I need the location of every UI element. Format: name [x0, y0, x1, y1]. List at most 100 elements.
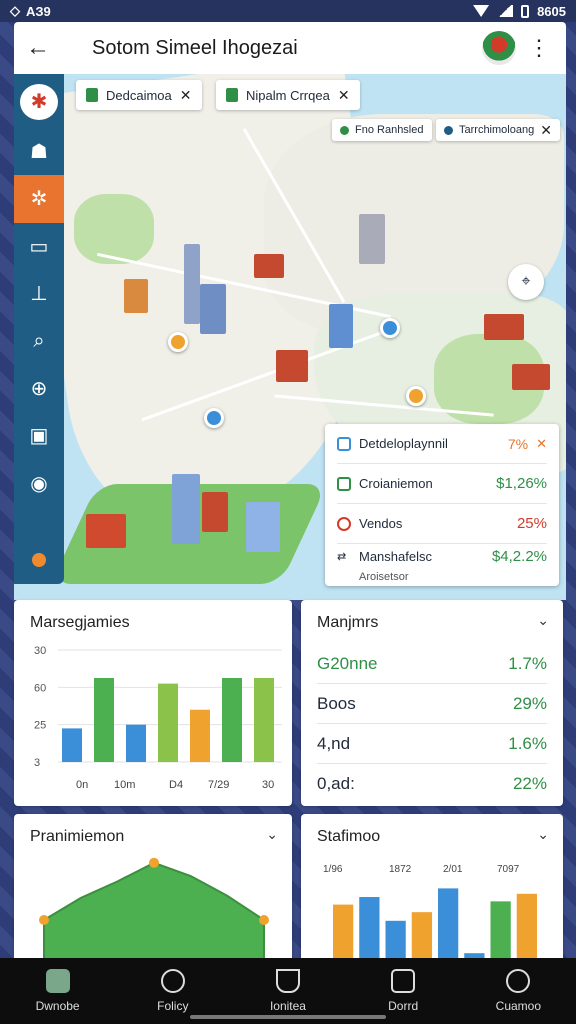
bar [411, 912, 432, 964]
map-building [86, 514, 126, 548]
x-tick-label: 7/29 [208, 779, 229, 791]
x-tick-label: 1872 [389, 864, 412, 875]
legend-title: Detdeloplaynnil [359, 436, 448, 451]
filter-button[interactable]: ⊥ [14, 270, 64, 317]
area-fill [43, 861, 265, 964]
card-title: Manjmrs [317, 614, 379, 631]
nav-item-home[interactable]: Dwnobe [8, 969, 108, 1013]
globe-button[interactable]: ⊕ [14, 365, 64, 412]
chip-icon [226, 88, 238, 102]
nav-item-board[interactable]: Dorrd [353, 969, 453, 1013]
home-indicator [190, 1015, 386, 1019]
map-pin[interactable] [204, 408, 224, 428]
nav-item-activity[interactable]: Ionitea [238, 969, 338, 1013]
map-building [359, 214, 385, 264]
activity-icon [275, 969, 300, 993]
chevron-down-icon[interactable]: ⌄ [537, 612, 549, 629]
close-icon[interactable]: ✕ [536, 436, 547, 452]
settings-button[interactable]: ✲ [14, 175, 64, 223]
chip-label: Tarrchimoloang [459, 124, 535, 136]
chip-label: Fno Ranhsled [355, 124, 424, 136]
nav-label: Cuamoo [495, 999, 542, 1013]
nav-item-profile[interactable]: Cuamoo [468, 969, 568, 1013]
stat-row: G20nne 1.7% [317, 644, 547, 684]
map-building [246, 502, 280, 552]
status-bar: ◇ AЗ9 8605 [0, 0, 576, 22]
stat-label: 4,nd [317, 733, 351, 753]
legend-label: Manshafelsc [359, 548, 432, 564]
stat-label: Boos [317, 693, 356, 713]
data-point [259, 915, 269, 925]
bar [516, 893, 537, 964]
app-status-icon: ◇ [10, 3, 20, 18]
chip-label: Nipalm Crrqea [246, 87, 330, 103]
battery-icon [521, 4, 530, 18]
legend-panel: Detdeloplaynnil 7% ✕ Croianiemon $1,26% … [325, 424, 559, 586]
x-tick-label: 30 [262, 779, 274, 791]
y-tick-label: 3 [34, 757, 40, 769]
map-pin[interactable] [380, 318, 400, 338]
status-time: AЗ9 [26, 3, 51, 19]
locate-icon: ⌖ [521, 273, 531, 290]
legend-value: $4,2.2% [491, 547, 547, 565]
bar [126, 724, 146, 762]
filter-chip[interactable]: Dedcaimoa ✕ [76, 80, 202, 110]
close-icon[interactable]: ✕ [180, 87, 192, 104]
map-building [276, 350, 308, 382]
legend-header: Detdeloplaynnil 7% ✕ [337, 424, 547, 464]
signal-icon [497, 5, 514, 17]
legend-row: Vendos 25% [337, 504, 547, 544]
back-arrow-icon[interactable]: ← [26, 34, 66, 62]
layers-button[interactable]: ☗ [14, 128, 64, 175]
bar [94, 678, 114, 762]
data-point [39, 915, 49, 925]
map-pin[interactable] [406, 386, 426, 406]
nav-item-policy[interactable]: Folicy [123, 969, 223, 1013]
status-dot-button[interactable] [14, 537, 64, 584]
globe-icon: ⊕ [30, 377, 48, 400]
legend-label: Croianiemon [359, 476, 433, 491]
stat-row: 0,ad: 22% [317, 764, 547, 804]
card-button[interactable]: ▭ [14, 223, 64, 270]
bar-chart-card-2: Stafimoo ⌄ 1/96 1872 2/01 7097 [301, 814, 563, 964]
stat-label: G20nne [317, 653, 378, 673]
location-button[interactable]: ◉ [14, 459, 64, 506]
chip-icon [340, 125, 349, 135]
legend-icon: ⇄ [337, 550, 347, 563]
map-building [124, 279, 148, 313]
status-dot-icon [32, 553, 46, 568]
stat-value: 1.7% [508, 653, 547, 673]
calendar-button[interactable]: ▣ [14, 412, 64, 459]
close-icon[interactable]: ✕ [338, 87, 350, 104]
map-building [484, 314, 524, 340]
nav-label: Dorrd [388, 999, 419, 1013]
filter-chip[interactable]: Fno Ranhsled [332, 119, 432, 141]
filter-chip[interactable]: Tarrchimoloang ✕ [436, 119, 560, 141]
stat-value: 29% [512, 693, 547, 713]
y-tick-label: 25 [34, 720, 46, 732]
map-building [202, 492, 228, 532]
calendar-icon: ▣ [29, 425, 49, 448]
bar-chart-2: 1/96 1872 2/01 7097 [323, 864, 537, 964]
search-button[interactable]: ⌕ [14, 317, 64, 364]
brand-logo-icon[interactable] [482, 31, 516, 65]
close-icon[interactable]: ✕ [540, 122, 552, 139]
y-tick-label: 30 [34, 645, 46, 657]
x-tick-label: 2/01 [443, 864, 463, 875]
home-icon [45, 969, 70, 993]
logo-button[interactable]: ✱ [20, 84, 58, 120]
leaf-icon [160, 969, 185, 993]
filter-icon: ⊥ [30, 283, 48, 306]
x-tick-label: 0n [76, 779, 88, 791]
bar [359, 897, 380, 964]
chip-label: Dedcaimoa [106, 87, 172, 103]
chip-icon [86, 88, 98, 102]
filter-chip[interactable]: Nipalm Crrqea ✕ [216, 80, 360, 110]
bar [254, 678, 274, 762]
stat-row: Boos 29% [317, 684, 547, 724]
stat-value: 1.6% [508, 733, 547, 753]
map-pin[interactable] [168, 332, 188, 352]
more-menu-icon[interactable]: ⋮ [524, 35, 554, 61]
locate-me-button[interactable]: ⌖ [508, 264, 544, 300]
legend-icon [337, 476, 351, 491]
